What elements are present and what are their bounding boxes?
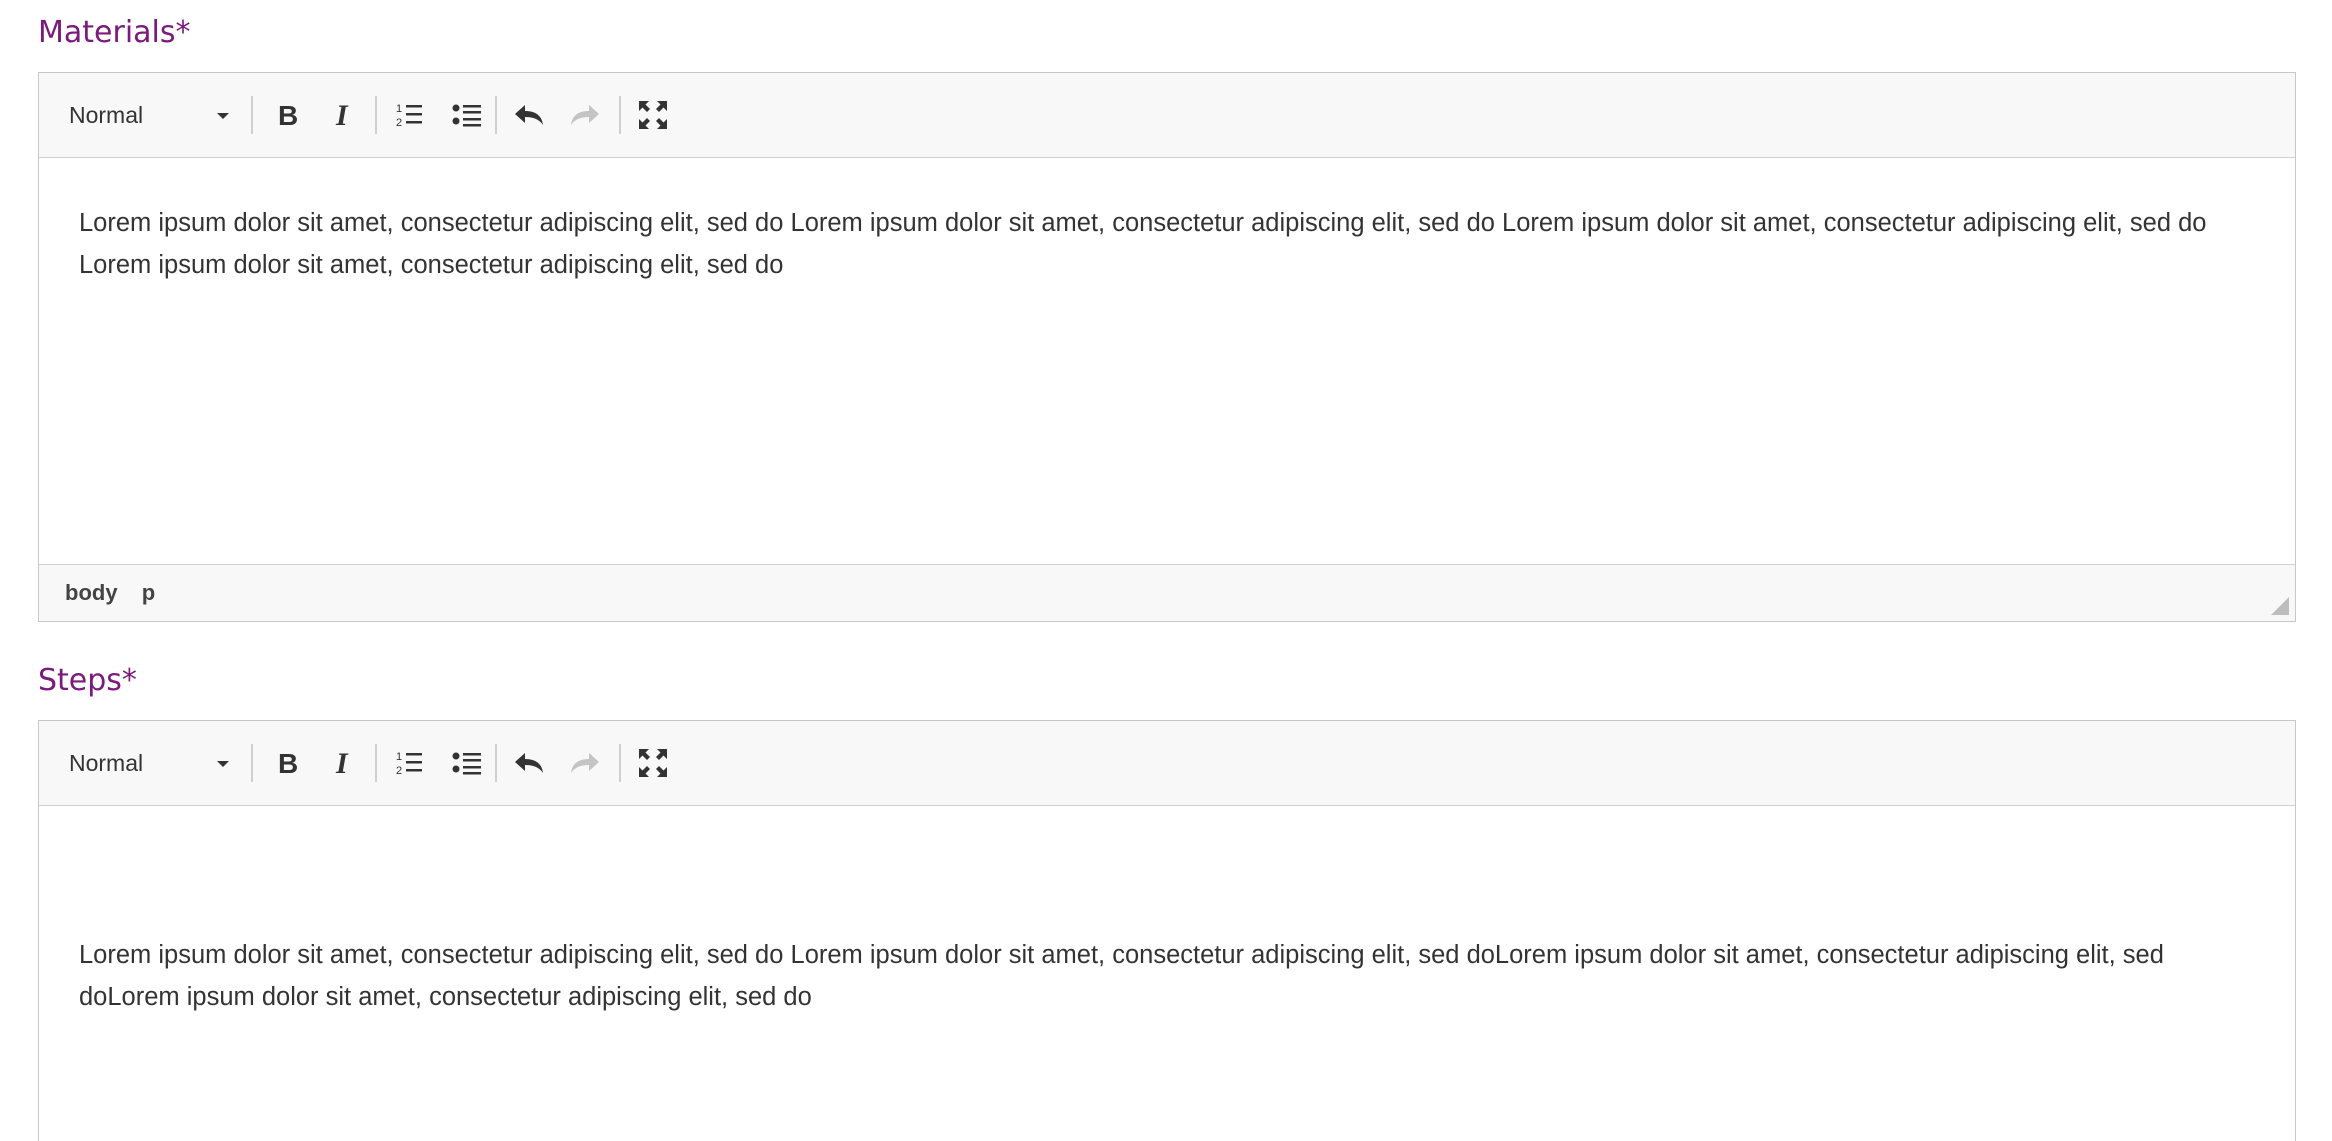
materials-content-text: Lorem ipsum dolor sit amet, consectetur … [79,209,2207,279]
toolbar-separator [495,744,497,782]
bullet-list-icon [452,104,481,127]
svg-text:I: I [335,101,349,129]
format-select-value: Normal [69,749,144,776]
element-path: body p [65,580,173,606]
toolbar-separator [251,744,253,782]
svg-text:B: B [278,101,298,129]
format-select-value: Normal [69,101,144,128]
steps-format-select[interactable]: Normal [69,721,229,805]
steps-toolbar: Normal B I 1 2 [39,721,2295,806]
toolbar-separator [251,96,253,134]
bold-button[interactable]: B [264,721,312,805]
numbered-list-button[interactable]: 1 2 [385,721,433,805]
bold-icon: B [278,749,298,777]
steps-label: Steps* [38,663,137,698]
steps-content-area[interactable]: Lorem ipsum dolor sit amet, consectetur … [39,806,2295,1126]
element-path-p[interactable]: p [142,580,155,605]
materials-toolbar: Normal B I 1 2 [39,73,2295,158]
bold-button[interactable]: B [264,73,312,157]
italic-button[interactable]: I [320,73,368,157]
resize-handle-icon[interactable] [2271,597,2289,615]
svg-text:I: I [335,749,349,777]
toolbar-separator [619,744,621,782]
toolbar-separator [375,744,377,782]
materials-format-select[interactable]: Normal [69,73,229,157]
fullscreen-icon [639,101,667,129]
bullet-list-button[interactable] [443,721,491,805]
bold-icon: B [278,101,298,129]
italic-button[interactable]: I [320,721,368,805]
caret-down-icon [217,113,229,119]
bullet-list-button[interactable] [443,73,491,157]
materials-editor: Normal B I 1 2 Lorem ipsum dolor sit ame… [38,72,2296,622]
redo-icon [571,753,599,773]
toolbar-separator [375,96,377,134]
toolbar-separator [495,96,497,134]
undo-icon [515,105,543,125]
fullscreen-button[interactable] [629,73,677,157]
italic-icon: I [335,101,349,129]
fullscreen-button[interactable] [629,721,677,805]
svg-text:2: 2 [396,765,402,777]
numbered-list-button[interactable]: 1 2 [385,73,433,157]
toolbar-separator [619,96,621,134]
bullet-list-icon [452,752,481,775]
redo-icon [571,105,599,125]
element-path-body[interactable]: body [65,580,118,605]
materials-statusbar: body p [39,564,2295,621]
svg-text:1: 1 [396,751,402,763]
steps-editor: Normal B I 1 2 Lorem ipsum dolor sit ame… [38,720,2296,1141]
redo-button[interactable] [561,73,609,157]
numbered-list-icon: 1 2 [396,103,422,129]
svg-text:B: B [278,749,298,777]
undo-button[interactable] [505,73,553,157]
undo-button[interactable] [505,721,553,805]
redo-button[interactable] [561,721,609,805]
steps-content-text: Lorem ipsum dolor sit amet, consectetur … [79,941,2179,1011]
materials-content-area[interactable]: Lorem ipsum dolor sit amet, consectetur … [39,158,2295,564]
svg-text:1: 1 [396,103,402,115]
caret-down-icon [217,761,229,767]
undo-icon [515,753,543,773]
numbered-list-icon: 1 2 [396,751,422,777]
fullscreen-icon [639,749,667,777]
materials-label: Materials* [38,15,191,50]
svg-text:2: 2 [396,117,402,129]
italic-icon: I [335,749,349,777]
